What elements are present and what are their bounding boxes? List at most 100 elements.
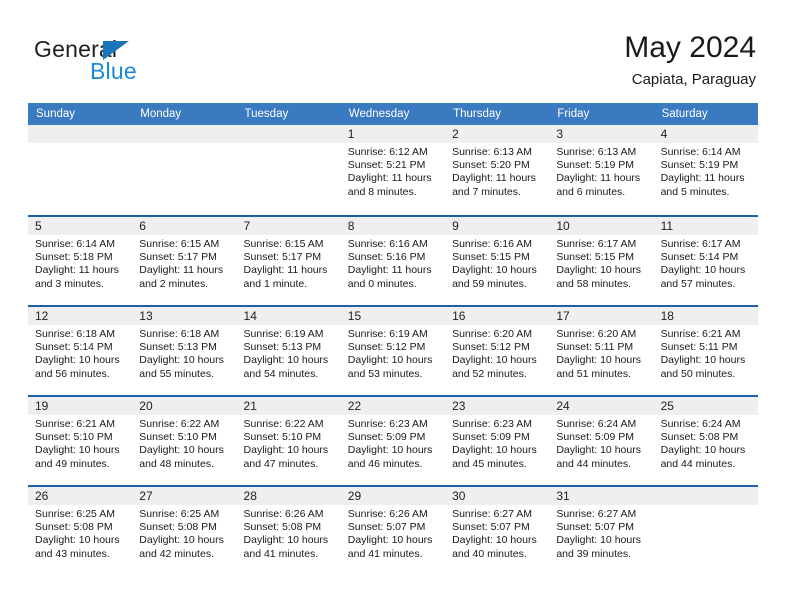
daylight-text-line2: and 55 minutes. xyxy=(139,367,214,380)
calendar-day-cell[interactable]: 31 Sunrise: 6:27 AM Sunset: 5:07 PM Dayligh… xyxy=(549,487,654,575)
day-number-strip: 13 xyxy=(132,307,237,325)
calendar-week-row: 19 Sunrise: 6:21 AM Sunset: 5:10 PM Dayligh… xyxy=(28,395,758,485)
calendar-day-cell[interactable]: 1 Sunrise: 6:12 AM Sunset: 5:21 PM Daylight… xyxy=(340,125,446,213)
calendar-day-cell[interactable]: 2 Sunrise: 6:13 AM Sunset: 5:20 PM Daylight… xyxy=(445,125,550,213)
calendar-day-cell[interactable]: 29 Sunrise: 6:26 AM Sunset: 5:07 PM Dayligh… xyxy=(340,487,446,575)
day-number: 31 xyxy=(556,489,570,503)
day-detail-lines: Sunrise: 6:22 AM Sunset: 5:10 PM Daylight:… xyxy=(237,415,341,471)
calendar-day-cell[interactable]: 21 Sunrise: 6:22 AM Sunset: 5:10 PM Dayligh… xyxy=(236,397,341,485)
calendar-day-cell[interactable]: 4 Sunrise: 6:14 AM Sunset: 5:19 PM Daylight… xyxy=(653,125,758,213)
day-number: 9 xyxy=(452,219,459,233)
calendar-day-cell[interactable]: 8 Sunrise: 6:16 AM Sunset: 5:16 PM Daylight… xyxy=(340,217,446,305)
day-detail-lines: Sunrise: 6:16 AM Sunset: 5:15 PM Daylight:… xyxy=(445,235,549,291)
sunrise-text: Sunrise: 6:27 AM xyxy=(452,508,533,520)
calendar-day-cell[interactable]: 3 Sunrise: 6:13 AM Sunset: 5:19 PM Daylight… xyxy=(549,125,654,213)
calendar-week-row: 12 Sunrise: 6:18 AM Sunset: 5:14 PM Dayligh… xyxy=(28,305,758,395)
day-number-strip: 15 xyxy=(340,307,446,325)
calendar-day-cell[interactable]: 30 Sunrise: 6:27 AM Sunset: 5:07 PM Dayligh… xyxy=(445,487,550,575)
daylight-text-line1: Daylight: 10 hours xyxy=(35,444,120,457)
daylight-text-line1: Daylight: 10 hours xyxy=(556,444,641,457)
day-number-strip: 7 xyxy=(236,217,341,235)
daylight-text-line1: Daylight: 11 hours xyxy=(556,172,641,185)
sunrise-text: Sunrise: 6:15 AM xyxy=(139,238,220,250)
calendar-day-cell[interactable]: 26 Sunrise: 6:25 AM Sunset: 5:08 PM Dayligh… xyxy=(28,487,133,575)
day-number-strip: 1 xyxy=(340,125,446,143)
sunset-text: Sunset: 5:08 PM xyxy=(139,521,217,534)
day-detail-lines: Sunrise: 6:24 AM Sunset: 5:09 PM Daylight:… xyxy=(549,415,653,471)
sunrise-text: Sunrise: 6:26 AM xyxy=(243,508,324,520)
day-detail-lines: Sunrise: 6:20 AM Sunset: 5:11 PM Daylight:… xyxy=(549,325,653,381)
calendar-day-cell[interactable]: 24 Sunrise: 6:24 AM Sunset: 5:09 PM Dayligh… xyxy=(549,397,654,485)
sunrise-text: Sunrise: 6:21 AM xyxy=(35,418,115,430)
day-number-strip: 2 xyxy=(445,125,550,143)
sunrise-text: Sunrise: 6:25 AM xyxy=(139,508,220,520)
daylight-text-line2: and 1 minute. xyxy=(243,277,308,290)
sunrise-text: Sunrise: 6:13 AM xyxy=(556,146,637,158)
day-number: 28 xyxy=(243,489,257,503)
daylight-text-line2: and 58 minutes. xyxy=(556,277,632,290)
day-number-strip: 10 xyxy=(549,217,654,235)
weekday-tuesday: Tuesday xyxy=(244,108,289,120)
calendar-day-cell[interactable]: 11 Sunrise: 6:17 AM Sunset: 5:14 PM Dayligh… xyxy=(653,217,758,305)
calendar-day-cell[interactable]: 7 Sunrise: 6:15 AM Sunset: 5:17 PM Daylight… xyxy=(236,217,341,305)
daylight-text-line1: Daylight: 11 hours xyxy=(139,264,224,277)
day-number-strip: 25 xyxy=(653,397,758,415)
day-number: 18 xyxy=(660,309,674,323)
daylight-text-line2: and 48 minutes. xyxy=(139,457,214,470)
daylight-text-line1: Daylight: 10 hours xyxy=(452,354,537,367)
daylight-text-line2: and 5 minutes. xyxy=(660,185,730,198)
calendar-day-cell[interactable]: 14 Sunrise: 6:19 AM Sunset: 5:13 PM Dayligh… xyxy=(236,307,341,395)
sunset-text: Sunset: 5:18 PM xyxy=(35,251,113,264)
calendar-day-cell[interactable]: 18 Sunrise: 6:21 AM Sunset: 5:11 PM Dayligh… xyxy=(653,307,758,395)
calendar-day-cell[interactable]: 16 Sunrise: 6:20 AM Sunset: 5:12 PM Dayligh… xyxy=(445,307,550,395)
calendar-day-cell[interactable]: 23 Sunrise: 6:23 AM Sunset: 5:09 PM Dayligh… xyxy=(445,397,550,485)
day-detail-lines: Sunrise: 6:13 AM Sunset: 5:19 PM Daylight:… xyxy=(549,143,653,199)
sunrise-text: Sunrise: 6:20 AM xyxy=(556,328,637,340)
calendar-day-cell[interactable]: 28 Sunrise: 6:26 AM Sunset: 5:08 PM Dayligh… xyxy=(236,487,341,575)
daylight-text-line2: and 46 minutes. xyxy=(347,457,423,470)
day-detail-lines: Sunrise: 6:23 AM Sunset: 5:09 PM Daylight:… xyxy=(445,415,549,471)
daylight-text-line1: Daylight: 10 hours xyxy=(139,354,224,367)
daylight-text-line2: and 57 minutes. xyxy=(660,277,736,290)
weekday-wednesday: Wednesday xyxy=(348,108,410,120)
day-detail-lines: Sunrise: 6:14 AM Sunset: 5:19 PM Daylight:… xyxy=(654,143,758,199)
calendar-day-cell[interactable]: 22 Sunrise: 6:23 AM Sunset: 5:09 PM Dayligh… xyxy=(340,397,446,485)
calendar-day-cell[interactable]: 25 Sunrise: 6:24 AM Sunset: 5:08 PM Dayligh… xyxy=(653,397,758,485)
day-number: 2 xyxy=(452,127,459,141)
title-block: May 2024 Capiata, Paraguay xyxy=(624,30,756,91)
general-blue-logo[interactable]: General Blue xyxy=(34,36,264,88)
calendar-day-cell[interactable]: 15 Sunrise: 6:19 AM Sunset: 5:12 PM Dayligh… xyxy=(340,307,446,395)
day-detail-lines: Sunrise: 6:12 AM Sunset: 5:21 PM Daylight:… xyxy=(341,143,445,199)
daylight-text-line2: and 49 minutes. xyxy=(35,457,110,470)
calendar-day-cell[interactable]: 27 Sunrise: 6:25 AM Sunset: 5:08 PM Dayligh… xyxy=(132,487,237,575)
daylight-text-line1: Daylight: 10 hours xyxy=(243,444,329,457)
day-number-strip: 4 xyxy=(653,125,758,143)
daylight-text-line2: and 56 minutes. xyxy=(35,367,110,380)
daylight-text-line2: and 52 minutes. xyxy=(452,367,527,380)
calendar-day-cell[interactable]: 20 Sunrise: 6:22 AM Sunset: 5:10 PM Dayligh… xyxy=(132,397,237,485)
calendar-day-cell[interactable]: 12 Sunrise: 6:18 AM Sunset: 5:14 PM Dayligh… xyxy=(28,307,133,395)
sunset-text: Sunset: 5:08 PM xyxy=(243,521,322,534)
calendar-day-cell[interactable]: 17 Sunrise: 6:20 AM Sunset: 5:11 PM Dayligh… xyxy=(549,307,654,395)
day-number: 22 xyxy=(347,399,362,413)
calendar-day-cell[interactable]: 6 Sunrise: 6:15 AM Sunset: 5:17 PM Daylight… xyxy=(132,217,237,305)
day-number: 19 xyxy=(35,399,49,413)
calendar-day-cell[interactable]: 5 Sunrise: 6:14 AM Sunset: 5:18 PM Daylight… xyxy=(28,217,133,305)
day-number-strip: 3 xyxy=(549,125,654,143)
daylight-text-line1: Daylight: 10 hours xyxy=(243,534,329,547)
daylight-text-line1: Daylight: 11 hours xyxy=(35,264,119,277)
page-subtitle: Capiata, Paraguay xyxy=(631,71,756,88)
page-title: May 2024 xyxy=(624,31,756,64)
sunrise-text: Sunrise: 6:23 AM xyxy=(452,418,533,430)
calendar-day-cell[interactable]: 10 Sunrise: 6:17 AM Sunset: 5:15 PM Dayligh… xyxy=(549,217,654,305)
daylight-text-line2: and 3 minutes. xyxy=(35,277,104,290)
sunset-text: Sunset: 5:13 PM xyxy=(243,341,322,354)
sunset-text: Sunset: 5:07 PM xyxy=(452,521,530,534)
calendar-day-cell[interactable]: 13 Sunrise: 6:18 AM Sunset: 5:13 PM Dayligh… xyxy=(132,307,237,395)
sunrise-text: Sunrise: 6:24 AM xyxy=(556,418,637,430)
sunrise-text: Sunrise: 6:19 AM xyxy=(347,328,428,340)
calendar-day-cell[interactable]: 19 Sunrise: 6:21 AM Sunset: 5:10 PM Dayligh… xyxy=(28,397,133,485)
daylight-text-line1: Daylight: 10 hours xyxy=(35,354,120,367)
calendar-day-cell[interactable]: 9 Sunrise: 6:16 AM Sunset: 5:15 PM Daylight… xyxy=(445,217,550,305)
daylight-text-line1: Daylight: 11 hours xyxy=(243,264,328,277)
